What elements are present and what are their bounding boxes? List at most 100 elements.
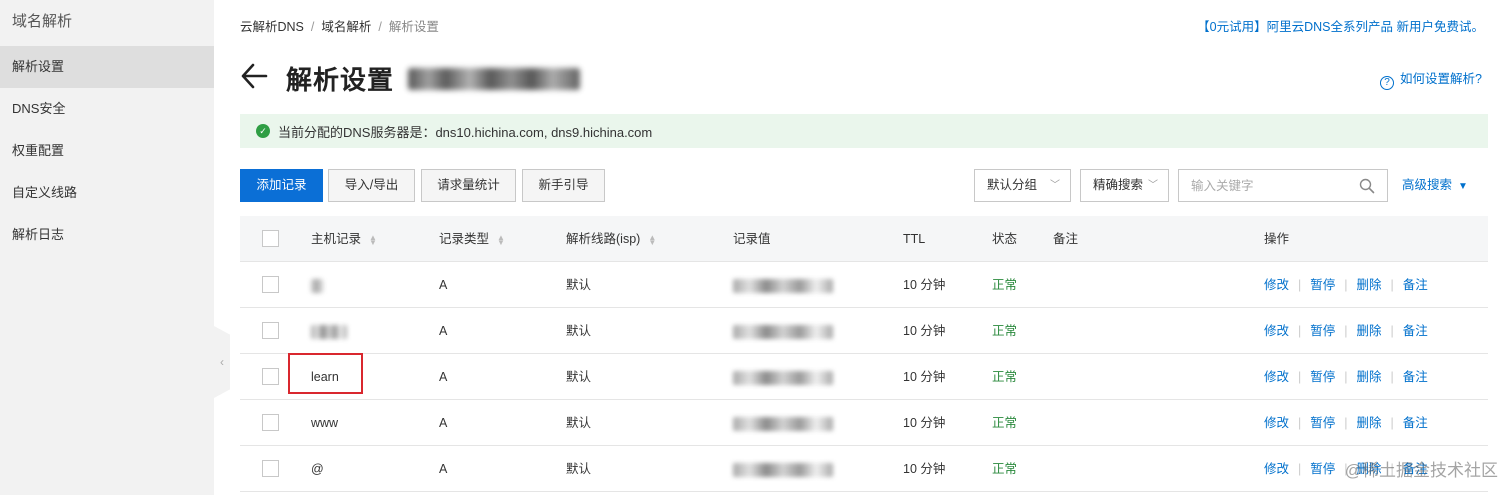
sort-icon[interactable]: ▲ ▼ [369,233,377,246]
value-redacted [733,416,833,431]
delete-action[interactable]: 删除 [1357,278,1382,292]
exact-search-select[interactable]: 精确搜索 ﹀ [1080,169,1169,202]
sidebar-item-dns-settings[interactable]: 解析设置 [0,46,214,88]
host-cell [311,308,347,354]
main-content: 云解析DNS / 域名解析 / 解析设置 【0元试用】阿里云DNS全系列产品 新用户免费… [240,0,1488,495]
column-header-host[interactable]: 主机记录 ▲ ▼ [311,216,377,262]
host-cell: www [311,416,339,430]
sort-icon[interactable]: ▲ ▼ [497,233,505,246]
ttl-cell: 10 分钟 [903,416,946,430]
ttl-cell: 10 分钟 [903,370,946,384]
remark-action[interactable]: 备注 [1403,370,1428,384]
value-cell [733,308,833,354]
sidebar-collapse-handle[interactable]: ‹ [214,326,230,398]
pause-action[interactable]: 暂停 [1310,278,1335,292]
highlight-box [288,353,363,394]
value-redacted [733,462,833,477]
request-stats-button[interactable]: 请求量统计 [421,169,516,202]
edit-action[interactable]: 修改 [1264,370,1289,384]
delete-action[interactable]: 删除 [1357,416,1382,430]
actions-cell: 修改 | 暂停 | 删除 | 备注 [1264,370,1428,384]
edit-action[interactable]: 修改 [1264,324,1289,338]
table-row: learn A 默认 10 分钟 正常 修改 | 暂停 | 删除 | 备注 [240,354,1488,400]
status-cell: 正常 [992,416,1018,430]
check-circle-icon: ✓ [256,124,270,138]
value-redacted [733,278,833,293]
delete-action[interactable]: 删除 [1357,324,1382,338]
column-header-ttl: TTL [903,232,926,246]
search-icon[interactable] [1359,178,1375,194]
type-cell: A [439,416,448,430]
row-checkbox[interactable] [262,460,279,477]
sidebar-item-dns-security[interactable]: DNS安全 [0,88,214,130]
pause-action[interactable]: 暂停 [1310,324,1335,338]
chevron-down-icon: ﹀ [1050,180,1060,191]
group-select[interactable]: 默认分组 ﹀ [974,169,1071,202]
sidebar-item-dns-logs[interactable]: 解析日志 [0,214,214,256]
column-header-value: 记录值 [733,232,771,246]
host-cell [311,262,323,308]
status-cell: 正常 [992,324,1018,338]
beginner-guide-button[interactable]: 新手引导 [522,169,605,202]
row-checkbox[interactable] [262,276,279,293]
chevron-down-icon: ﹀ [1148,180,1158,191]
edit-action[interactable]: 修改 [1264,416,1289,430]
column-header-type[interactable]: 记录类型 ▲ ▼ [439,216,505,262]
select-all-checkbox[interactable] [262,230,279,247]
breadcrumb-item-current: 解析设置 [388,20,439,34]
status-cell: 正常 [992,278,1018,292]
row-checkbox[interactable] [262,368,279,385]
question-circle-icon: ? [1380,76,1395,90]
actions-cell: 修改 | 暂停 | 删除 | 备注 [1264,416,1428,430]
line-cell: 默认 [566,416,592,430]
toolbar: 添加记录 导入/导出 请求量统计 新手引导 默认分组 ﹀ 精确搜索 ﹀ 高级搜索… [240,169,1488,202]
dns-records-table: 主机记录 ▲ ▼ 记录类型 ▲ ▼ 解析线路(isp) ▲ ▼ 记录值 TTL 状态 备注 … [240,216,1488,492]
actions-cell: 修改 | 暂停 | 删除 | 备注 [1264,278,1428,292]
remark-action[interactable]: 备注 [1403,324,1428,338]
status-cell: 正常 [992,462,1018,476]
breadcrumb-separator: / [378,20,382,34]
breadcrumb-item-cloud-dns[interactable]: 云解析DNS [240,20,304,34]
help-link[interactable]: ? 如何设置解析? [1380,68,1482,90]
column-header-status: 状态 [992,232,1018,246]
column-header-remark: 备注 [1053,232,1079,246]
notice-text: 当前分配的DNS服务器是：dns10.hichina.com, dns9.hic… [278,124,653,140]
type-cell: A [439,370,448,384]
remark-action[interactable]: 备注 [1403,278,1428,292]
host-cell: @ [311,462,324,476]
advanced-search-link[interactable]: 高级搜索 ▼ [1402,169,1468,203]
caret-down-icon: ▼ [1458,181,1468,192]
edit-action[interactable]: 修改 [1264,278,1289,292]
row-checkbox[interactable] [262,414,279,431]
host-redacted [311,324,347,339]
search-box [1178,169,1388,202]
breadcrumb-item-domain-dns[interactable]: 域名解析 [321,20,371,34]
value-cell [733,400,833,446]
dns-server-notice: ✓ 当前分配的DNS服务器是：dns10.hichina.com, dns9.h… [240,114,1488,148]
sidebar-item-weight-config[interactable]: 权重配置 [0,130,214,172]
delete-action[interactable]: 删除 [1357,370,1382,384]
row-checkbox[interactable] [262,322,279,339]
line-cell: 默认 [566,278,592,292]
watermark: @稀土掘金技术社区 [1344,461,1498,480]
sort-icon[interactable]: ▲ ▼ [648,233,656,246]
import-export-button[interactable]: 导入/导出 [328,169,415,202]
sidebar-item-custom-lines[interactable]: 自定义线路 [0,172,214,214]
pause-action[interactable]: 暂停 [1310,462,1335,476]
edit-action[interactable]: 修改 [1264,462,1289,476]
pause-action[interactable]: 暂停 [1310,416,1335,430]
column-header-line[interactable]: 解析线路(isp) ▲ ▼ [566,216,656,262]
arrow-left-icon[interactable] [240,59,268,93]
ttl-cell: 10 分钟 [903,324,946,338]
sidebar-title: 域名解析 [12,13,73,30]
column-header-actions: 操作 [1264,232,1290,246]
advanced-search-label: 高级搜索 [1402,178,1453,192]
pause-action[interactable]: 暂停 [1310,370,1335,384]
promo-link[interactable]: 【0元试用】阿里云DNS全系列产品 新用户免费试。 [1197,16,1484,35]
search-input[interactable] [1179,170,1349,201]
ttl-cell: 10 分钟 [903,278,946,292]
page-title: 解析设置 [286,65,395,95]
add-record-button[interactable]: 添加记录 [240,169,323,202]
host-redacted [311,278,323,293]
remark-action[interactable]: 备注 [1403,416,1428,430]
